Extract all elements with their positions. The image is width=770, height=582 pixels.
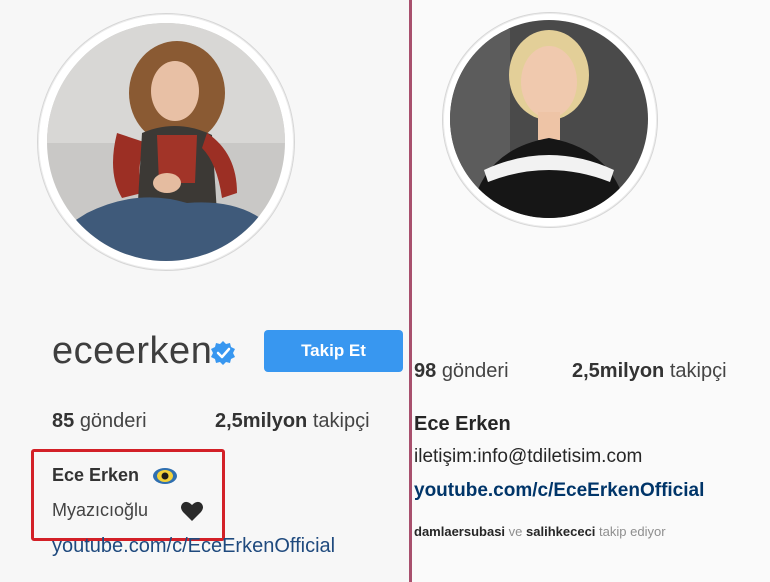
profile-link[interactable]: youtube.com/c/EceErkenOfficial — [52, 535, 335, 558]
posts-count: 85 — [52, 410, 75, 432]
followed-by-suffix: takip ediyor — [599, 524, 666, 539]
followers-count: 2,5milyon — [215, 410, 308, 432]
followed-by-user[interactable]: damlaersubasi — [414, 524, 505, 539]
follow-button[interactable]: Takip Et — [264, 330, 403, 372]
posts-stat[interactable]: 85 gönderi — [52, 410, 147, 433]
profile-avatar[interactable] — [450, 20, 648, 218]
followers-label: takipçi — [669, 360, 727, 382]
followed-by-user[interactable]: salihkececi — [526, 524, 595, 539]
bio-name: Ece Erken — [414, 413, 511, 435]
posts-label: gönderi — [79, 410, 147, 432]
left-profile-panel: eceerken Takip Et 85 gönderi 2,5milyon t… — [0, 0, 409, 582]
followers-count: 2,5milyon — [572, 360, 665, 382]
followed-by: damlaersubasi ve salihkececi takip ediyo… — [414, 524, 666, 539]
eye-emoji-icon — [153, 468, 177, 484]
posts-count: 98 — [414, 360, 437, 382]
followers-stat[interactable]: 2,5milyon takipçi — [572, 360, 727, 383]
highlight-annotation-box — [31, 449, 225, 541]
profile-link[interactable]: youtube.com/c/EceErkenOfficial — [414, 480, 704, 502]
bio-contact: iletişim:info@tdiletisim.com — [414, 446, 643, 467]
bio-line: Myazıcıoğlu — [52, 500, 149, 520]
profile-username: eceerken — [52, 330, 213, 372]
profile-avatar[interactable] — [47, 23, 285, 261]
followed-by-and: ve — [508, 524, 523, 539]
profile-photo-right — [450, 20, 648, 218]
verified-badge-icon — [211, 341, 235, 365]
right-profile-panel: 98 gönderi 2,5milyon takipçi Ece Erken i… — [412, 0, 770, 582]
followers-stat[interactable]: 2,5milyon takipçi — [215, 410, 370, 433]
posts-stat[interactable]: 98 gönderi — [414, 360, 509, 383]
bio-name: Ece Erken — [52, 465, 140, 485]
followers-label: takipçi — [312, 410, 370, 432]
black-heart-icon — [181, 501, 203, 521]
posts-label: gönderi — [441, 360, 509, 382]
profile-photo-left — [47, 23, 285, 261]
